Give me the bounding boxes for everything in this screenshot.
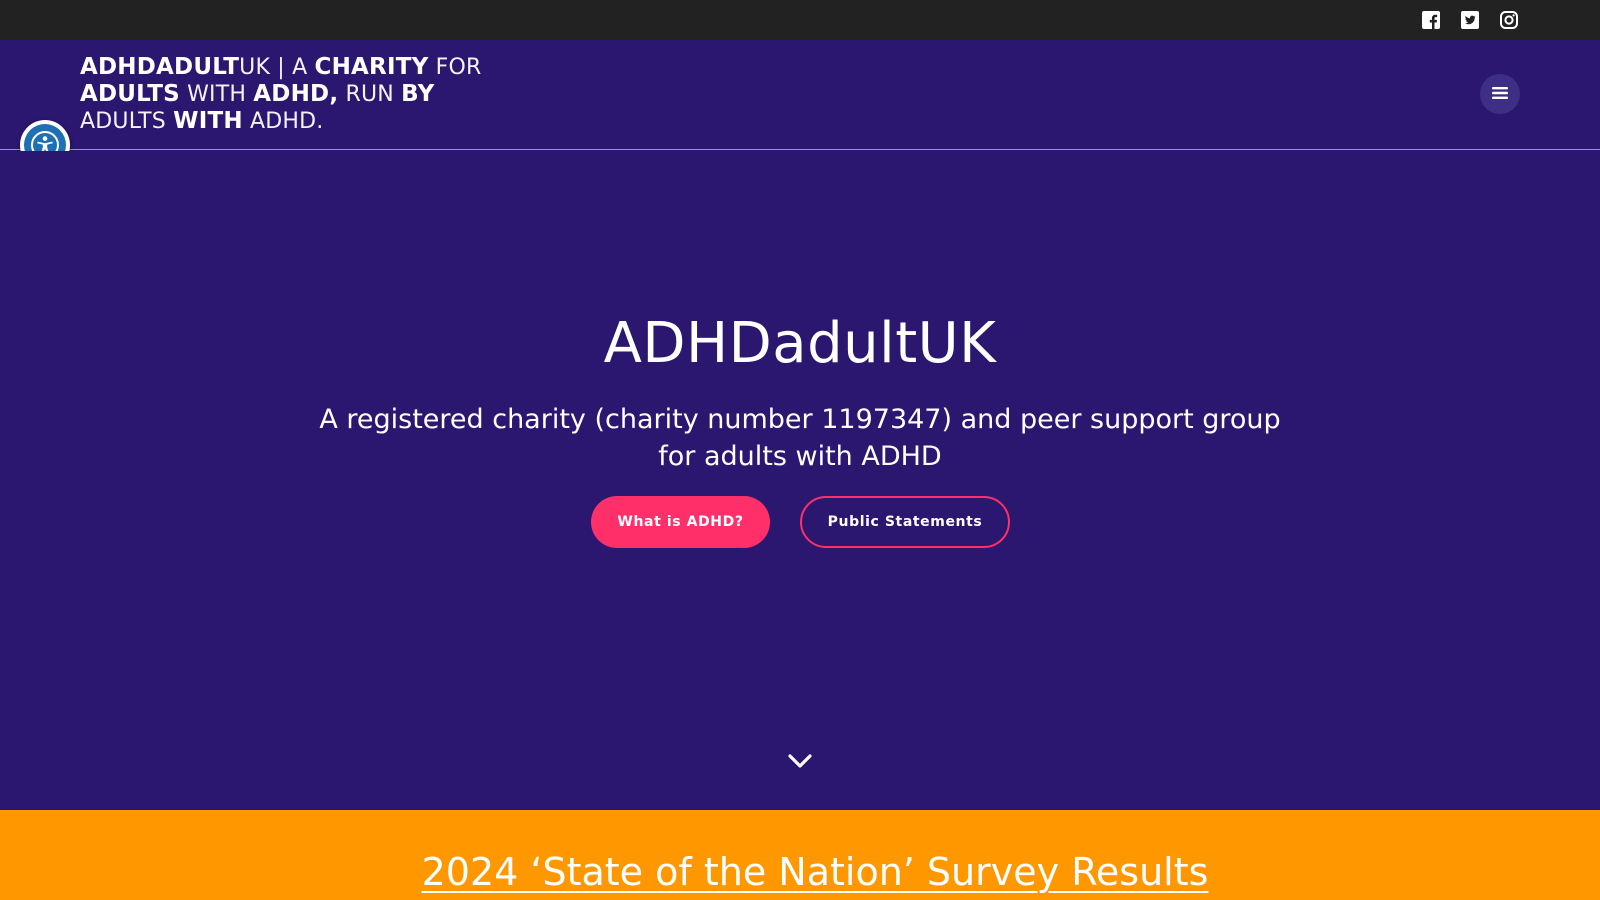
brand-text: UK | A: [239, 55, 315, 80]
what-is-adhd-button[interactable]: What is ADHD?: [591, 496, 770, 548]
twitter-icon[interactable]: [1459, 9, 1481, 31]
site-header: ADHDADULTUK | A CHARITY FOR ADULTS WITH …: [0, 40, 1600, 150]
top-bar: [0, 0, 1600, 40]
site-logo-text[interactable]: ADHDADULTUK | A CHARITY FOR ADULTS WITH …: [80, 54, 500, 135]
hero-subtitle: A registered charity (charity number 119…: [319, 404, 1281, 472]
brand-text: ADULTS: [80, 109, 174, 134]
brand-text: ADHDADULT: [80, 54, 240, 80]
brand-text: BY: [401, 81, 435, 107]
public-statements-button[interactable]: Public Statements: [800, 496, 1010, 548]
brand-text: WITH: [173, 108, 243, 134]
survey-banner: 2024 ‘State of the Nation’ Survey Result…: [0, 810, 1600, 900]
brand-text: WITH: [179, 82, 254, 107]
hamburger-icon: [1492, 85, 1508, 104]
facebook-icon[interactable]: [1420, 9, 1442, 31]
menu-button[interactable]: [1480, 74, 1520, 114]
brand-text: RUN: [338, 82, 402, 107]
hero-section: ADHDadultUK A registered charity (charit…: [0, 151, 1600, 810]
chevron-down-icon[interactable]: [786, 749, 814, 773]
brand-text: ADHD.: [242, 109, 324, 134]
instagram-icon[interactable]: [1498, 9, 1520, 31]
brand-text: FOR: [428, 55, 482, 80]
brand-text: ADHD,: [253, 81, 339, 107]
hero-title: ADHDadultUK: [603, 311, 997, 376]
brand-text: ADULTS: [80, 81, 180, 107]
brand-text: CHARITY: [314, 54, 429, 80]
survey-results-link[interactable]: 2024 ‘State of the Nation’ Survey Result…: [0, 850, 1600, 894]
